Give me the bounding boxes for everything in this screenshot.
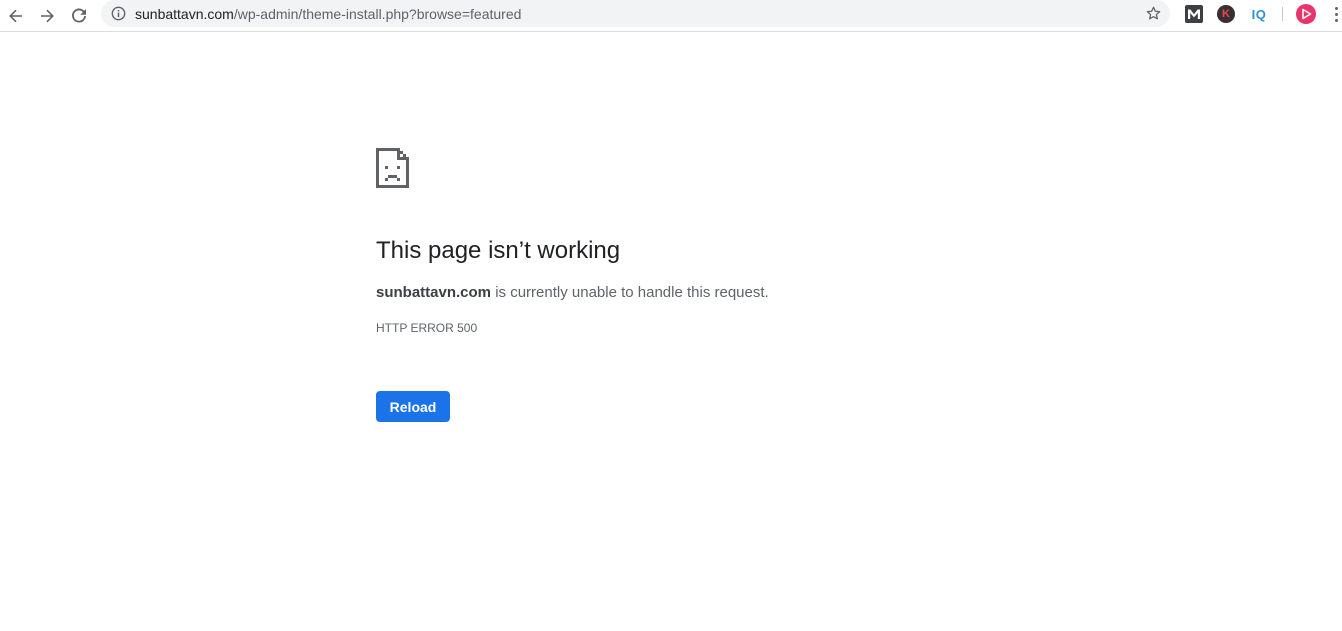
arrow-left-icon <box>9 9 22 23</box>
browser-toolbar: sunbattavn.com/wp-admin/theme-install.ph… <box>0 0 1342 32</box>
play-icon <box>1302 8 1312 20</box>
error-code: HTTP ERROR 500 <box>376 321 478 335</box>
sad-page-icon <box>376 148 409 188</box>
menu-dot-icon <box>1335 19 1338 22</box>
url-host: sunbattavn.com <box>135 6 234 22</box>
bookmark-star-icon[interactable] <box>1145 5 1162 22</box>
info-icon[interactable] <box>111 6 126 21</box>
menu-dot-icon <box>1335 7 1338 10</box>
forward-button[interactable] <box>34 3 60 29</box>
refresh-icon <box>72 8 86 23</box>
error-description: sunbattavn.com is currently unable to ha… <box>376 284 769 302</box>
url-text[interactable]: sunbattavn.com/wp-admin/theme-install.ph… <box>135 6 521 22</box>
toolbar-separator <box>1282 7 1283 21</box>
m-logo-icon <box>1188 9 1200 19</box>
arrow-right-icon <box>41 9 54 23</box>
k-extension-icon[interactable]: K <box>1217 5 1235 23</box>
address-bar[interactable]: sunbattavn.com/wp-admin/theme-install.ph… <box>101 0 1170 27</box>
back-button[interactable] <box>3 3 29 29</box>
page-title: This page isn’t working <box>376 237 621 264</box>
mail-extension-icon[interactable] <box>1185 5 1203 23</box>
menu-dot-icon <box>1335 13 1338 16</box>
iq-extension-label: IQ <box>1251 6 1267 22</box>
reload-toolbar-button[interactable] <box>66 3 92 29</box>
browser-menu-button[interactable] <box>1330 5 1342 23</box>
iq-extension-icon[interactable]: IQ <box>1249 5 1269 23</box>
error-site-name: sunbattavn.com <box>376 284 492 301</box>
k-extension-label: K <box>1222 8 1230 20</box>
error-message: is currently unable to handle this reque… <box>491 284 769 301</box>
url-path: /wp-admin/theme-install.php?browse=featu… <box>233 6 522 22</box>
reload-button[interactable]: Reload <box>376 391 450 422</box>
play-extension-icon[interactable] <box>1296 4 1316 24</box>
